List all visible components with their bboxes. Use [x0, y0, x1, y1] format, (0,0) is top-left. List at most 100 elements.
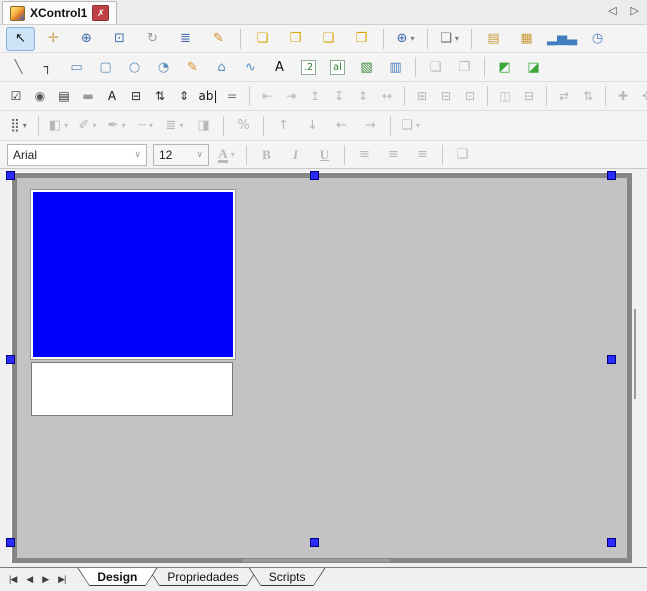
- brush-style-dropdown[interactable]: ✐▾: [74, 114, 101, 138]
- font-size-combo[interactable]: 12 ∨: [153, 144, 209, 166]
- sheet-tab-design[interactable]: Design: [77, 568, 157, 586]
- pencil-tool[interactable]: ✎: [179, 55, 206, 79]
- align-center-horizontal-button[interactable]: ↔: [375, 84, 399, 108]
- line-style-dropdown[interactable]: ┄▾: [132, 114, 159, 138]
- move-up-button[interactable]: ↑: [270, 114, 297, 138]
- same-size-button[interactable]: ⊡: [458, 84, 482, 108]
- fill-color-dropdown[interactable]: ◧▾: [45, 114, 72, 138]
- text-field-tool[interactable]: al: [324, 55, 351, 79]
- text-box-object[interactable]: [31, 362, 233, 416]
- bold-button[interactable]: B: [253, 143, 280, 167]
- combobox-control-tool[interactable]: ⊟: [124, 84, 148, 108]
- rectangle-tool[interactable]: ▭: [63, 55, 90, 79]
- first-tab-button[interactable]: |◀: [5, 572, 20, 587]
- link-vertical-button[interactable]: ◪: [520, 55, 547, 79]
- bring-to-front-button[interactable]: ❏: [248, 27, 277, 51]
- radiobutton-control-tool[interactable]: ◉: [28, 84, 52, 108]
- move-down-button[interactable]: ↓: [299, 114, 326, 138]
- underline-button[interactable]: U: [311, 143, 338, 167]
- grid-settings-dropdown[interactable]: ⣿▾: [5, 114, 32, 138]
- transparency-button[interactable]: %: [230, 114, 257, 138]
- move-left-button[interactable]: ←: [328, 114, 355, 138]
- prev-tab-button[interactable]: ◀: [22, 572, 36, 587]
- text-frame-button[interactable]: ❏: [449, 143, 476, 167]
- same-height-button[interactable]: ⊟: [434, 84, 458, 108]
- zoom-region-tool[interactable]: ⊡: [105, 27, 134, 51]
- last-tab-button[interactable]: ▶|: [54, 572, 69, 587]
- selection-handle-middle-left[interactable]: [6, 355, 15, 364]
- italic-button[interactable]: I: [282, 143, 309, 167]
- align-text-center-button[interactable]: ≡: [380, 143, 407, 167]
- zoom-level-dropdown[interactable]: ⊕▾: [391, 27, 420, 51]
- align-text-left-button[interactable]: ≡: [351, 143, 378, 167]
- layers-dropdown[interactable]: ❏▾: [435, 27, 464, 51]
- group-button[interactable]: ❏: [422, 55, 449, 79]
- ellipse-tool[interactable]: ○: [121, 55, 148, 79]
- number-field-tool[interactable]: .2: [295, 55, 322, 79]
- tab-scroll-left-button[interactable]: ◁: [608, 4, 616, 18]
- fill-effects-button[interactable]: ◨: [190, 114, 217, 138]
- ungroup-button[interactable]: ❐: [451, 55, 478, 79]
- spinner-control-tool[interactable]: ⇅: [148, 84, 172, 108]
- sheet-tab-scripts[interactable]: Scripts: [249, 568, 326, 586]
- image-tool[interactable]: ▧: [353, 55, 380, 79]
- updown-control-tool[interactable]: ⇕: [172, 84, 196, 108]
- bring-forward-button[interactable]: ❑: [314, 27, 343, 51]
- center-horizontal-in-window-button[interactable]: ◫: [493, 84, 517, 108]
- insert-dialog-button[interactable]: ▤: [479, 27, 508, 51]
- vertical-scrollbar-thumb[interactable]: [634, 309, 636, 399]
- align-top-button[interactable]: ↥: [303, 84, 327, 108]
- polyline-tool[interactable]: ┐: [34, 55, 61, 79]
- label-control-tool[interactable]: A: [100, 84, 124, 108]
- document-tab-xcontrol1[interactable]: XControl1 ✗: [2, 1, 117, 24]
- align-right-button[interactable]: ⇥: [279, 84, 303, 108]
- selection-handle-top-right[interactable]: [607, 171, 616, 180]
- selection-handle-middle-right[interactable]: [607, 355, 616, 364]
- text-tool[interactable]: A: [266, 55, 293, 79]
- image-object[interactable]: [31, 190, 235, 359]
- roundrect-tool[interactable]: ▢: [92, 55, 119, 79]
- pan-tool[interactable]: ✛: [39, 27, 68, 51]
- font-color-dropdown[interactable]: A▾: [213, 143, 240, 167]
- zoom-in-tool[interactable]: ⊕: [72, 27, 101, 51]
- close-tab-button[interactable]: ✗: [92, 5, 109, 21]
- line-tool[interactable]: ╲: [5, 55, 32, 79]
- same-width-button[interactable]: ⊞: [410, 84, 434, 108]
- insert-chart-button[interactable]: ▂▅▃: [545, 27, 579, 51]
- space-equal-horizontal-button[interactable]: ⇄: [552, 84, 576, 108]
- horizontal-scrollbar-thumb[interactable]: [243, 559, 390, 562]
- send-backward-button[interactable]: ❒: [347, 27, 376, 51]
- space-equal-vertical-button[interactable]: ⇅: [576, 84, 600, 108]
- center-vertical-in-window-button[interactable]: ⊟: [517, 84, 541, 108]
- pie-tool[interactable]: ◔: [150, 55, 177, 79]
- selection-handle-bottom-center[interactable]: [310, 538, 319, 547]
- listbox-control-tool[interactable]: ▤: [52, 84, 76, 108]
- freeform-tool[interactable]: ∿: [237, 55, 264, 79]
- insert-dbgrid-button[interactable]: ▦: [512, 27, 541, 51]
- line-color-dropdown[interactable]: ✒▾: [103, 114, 130, 138]
- align-center-vertical-button[interactable]: ↕: [351, 84, 375, 108]
- align-left-button[interactable]: ⇤: [255, 84, 279, 108]
- insert-timer-button[interactable]: ◷: [583, 27, 612, 51]
- ruler-tool[interactable]: ▥: [382, 55, 409, 79]
- design-surface[interactable]: [12, 173, 632, 563]
- selection-handle-bottom-right[interactable]: [607, 538, 616, 547]
- next-tab-button[interactable]: ▶: [38, 572, 52, 587]
- selection-handle-bottom-left[interactable]: [6, 538, 15, 547]
- tab-order-tool[interactable]: ≣: [171, 27, 200, 51]
- button-control-tool[interactable]: ▬: [76, 84, 100, 108]
- send-to-back-button[interactable]: ❐: [281, 27, 310, 51]
- rotate-tool[interactable]: ↻: [138, 27, 167, 51]
- tab-scroll-right-button[interactable]: ▷: [631, 4, 639, 18]
- selection-handle-top-left[interactable]: [6, 171, 15, 180]
- select-tool[interactable]: ↖: [6, 27, 35, 51]
- move-right-button[interactable]: →: [357, 114, 384, 138]
- edit-anchors-tool[interactable]: ✎: [204, 27, 233, 51]
- checkbox-control-tool[interactable]: ☑: [4, 84, 28, 108]
- nudge-move-button[interactable]: ✚: [611, 84, 635, 108]
- line-width-dropdown[interactable]: ≣▾: [161, 114, 188, 138]
- font-family-combo[interactable]: Arial ∨: [7, 144, 147, 166]
- sheet-tab-propriedades[interactable]: Propriedades: [147, 568, 258, 586]
- panel-control-tool[interactable]: =: [220, 84, 244, 108]
- polygon-tool[interactable]: ⌂: [208, 55, 235, 79]
